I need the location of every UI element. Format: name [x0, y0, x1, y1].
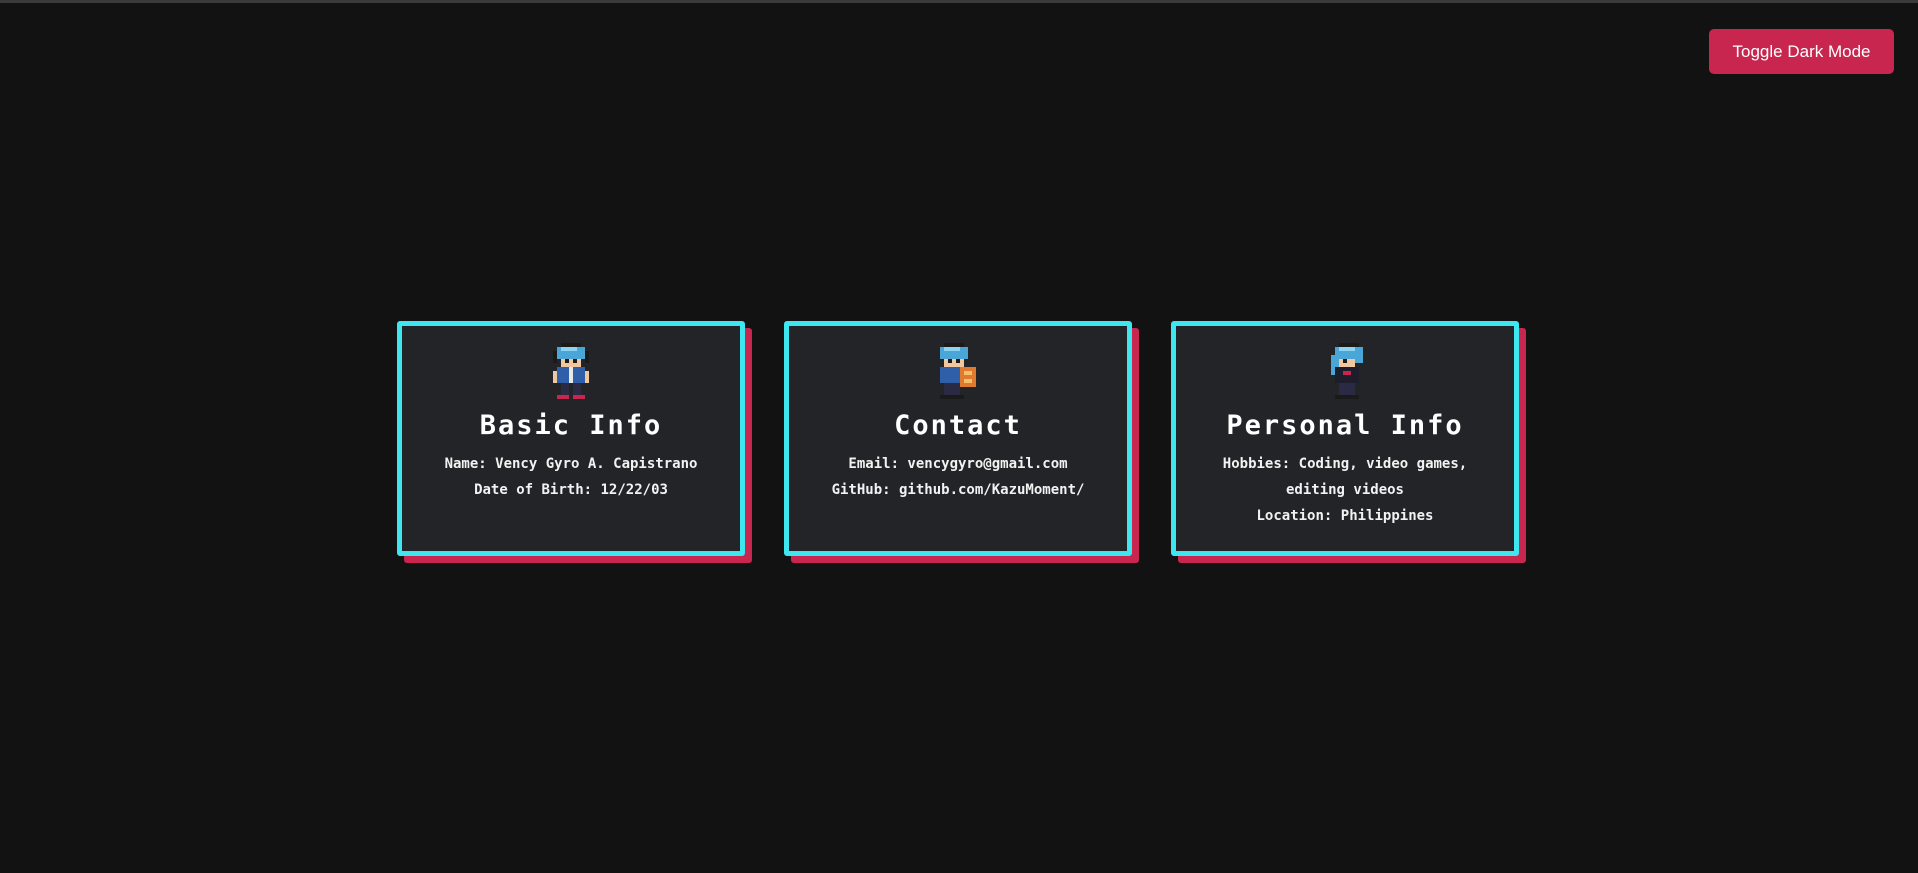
pixel-character-shield-icon	[930, 341, 986, 401]
card-line-email: Email: vencygyro@gmail.com	[848, 456, 1068, 472]
card-basic-info: Basic Info Name: Vency Gyro A. Capistran…	[397, 321, 745, 556]
card-title: Contact	[894, 410, 1022, 441]
card-title: Basic Info	[479, 410, 663, 441]
card-contact: Contact Email: vencygyro@gmail.com GitHu…	[784, 321, 1132, 556]
card-line-dob: Date of Birth: 12/22/03	[474, 482, 668, 498]
window-top-strip	[0, 0, 1918, 3]
card-body: Email: vencygyro@gmail.com GitHub: githu…	[814, 451, 1103, 503]
card-row: Basic Info Name: Vency Gyro A. Capistran…	[397, 321, 1519, 556]
card-line-location: Location: Philippines	[1256, 508, 1434, 524]
pixel-character-icon	[543, 341, 599, 401]
card-title: Personal Info	[1226, 410, 1464, 441]
toggle-dark-mode-button[interactable]: Toggle Dark Mode	[1709, 29, 1894, 74]
card-body: Name: Vency Gyro A. Capistrano Date of B…	[427, 451, 716, 503]
pixel-character-icon	[1317, 341, 1373, 401]
card-line-github: GitHub: github.com/KazuMoment/	[831, 482, 1085, 498]
card-line-hobbies: Hobbies: Coding, video games, editing vi…	[1222, 456, 1468, 498]
card-personal-info: Personal Info Hobbies: Coding, video gam…	[1171, 321, 1519, 556]
card-line-name: Name: Vency Gyro A. Capistrano	[444, 456, 698, 472]
card-body: Hobbies: Coding, video games, editing vi…	[1176, 451, 1514, 529]
